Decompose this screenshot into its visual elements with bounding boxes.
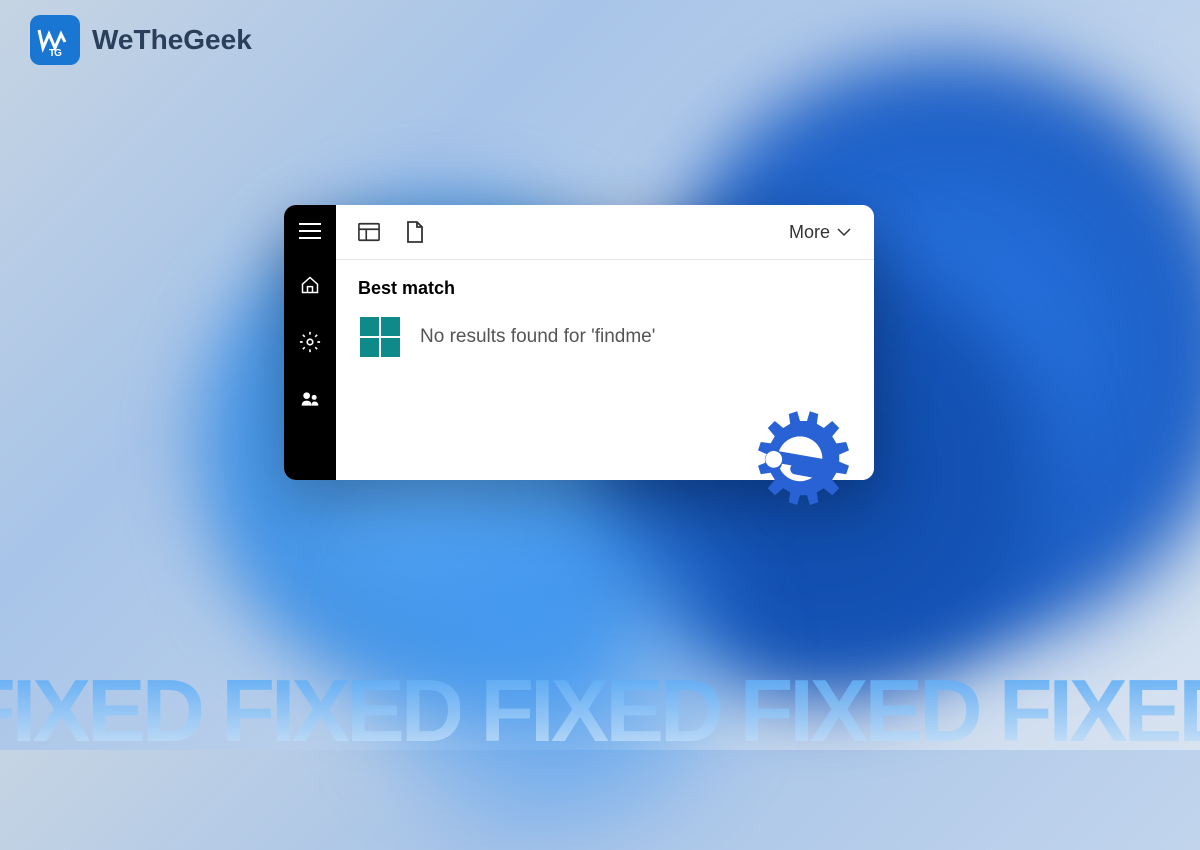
brand-name: WeTheGeek: [92, 24, 252, 56]
banner-word: FIXED: [999, 671, 1200, 750]
hamburger-icon[interactable]: [299, 223, 321, 239]
chevron-down-icon: [836, 227, 852, 237]
fixed-banner: FIXED FIXED FIXED FIXED FIXED: [0, 671, 1200, 750]
windows-logo-icon: [360, 317, 400, 357]
banner-word: FIXED: [0, 671, 201, 750]
result-row[interactable]: No results found for 'findme': [358, 317, 852, 357]
banner-word: FIXED: [221, 671, 460, 750]
logo-badge: TG: [30, 15, 80, 65]
banner-word: FIXED: [740, 671, 979, 750]
fix-gear-wrench-icon: [730, 400, 870, 540]
search-sidebar: [284, 205, 336, 480]
gear-icon[interactable]: [299, 331, 321, 353]
document-icon[interactable]: [404, 221, 426, 243]
result-message: No results found for 'findme': [420, 326, 655, 348]
search-content: Best match No results found for 'findme': [336, 260, 874, 375]
web-result-icon[interactable]: [358, 221, 380, 243]
more-dropdown[interactable]: More: [789, 222, 852, 243]
search-top-bar: More: [336, 205, 874, 260]
people-icon[interactable]: [299, 388, 321, 410]
more-label: More: [789, 222, 830, 243]
best-match-heading: Best match: [358, 278, 852, 299]
banner-word: FIXED: [480, 671, 719, 750]
svg-text:TG: TG: [49, 48, 62, 59]
brand-logo: TG WeTheGeek: [30, 15, 252, 65]
home-icon[interactable]: [299, 274, 321, 296]
